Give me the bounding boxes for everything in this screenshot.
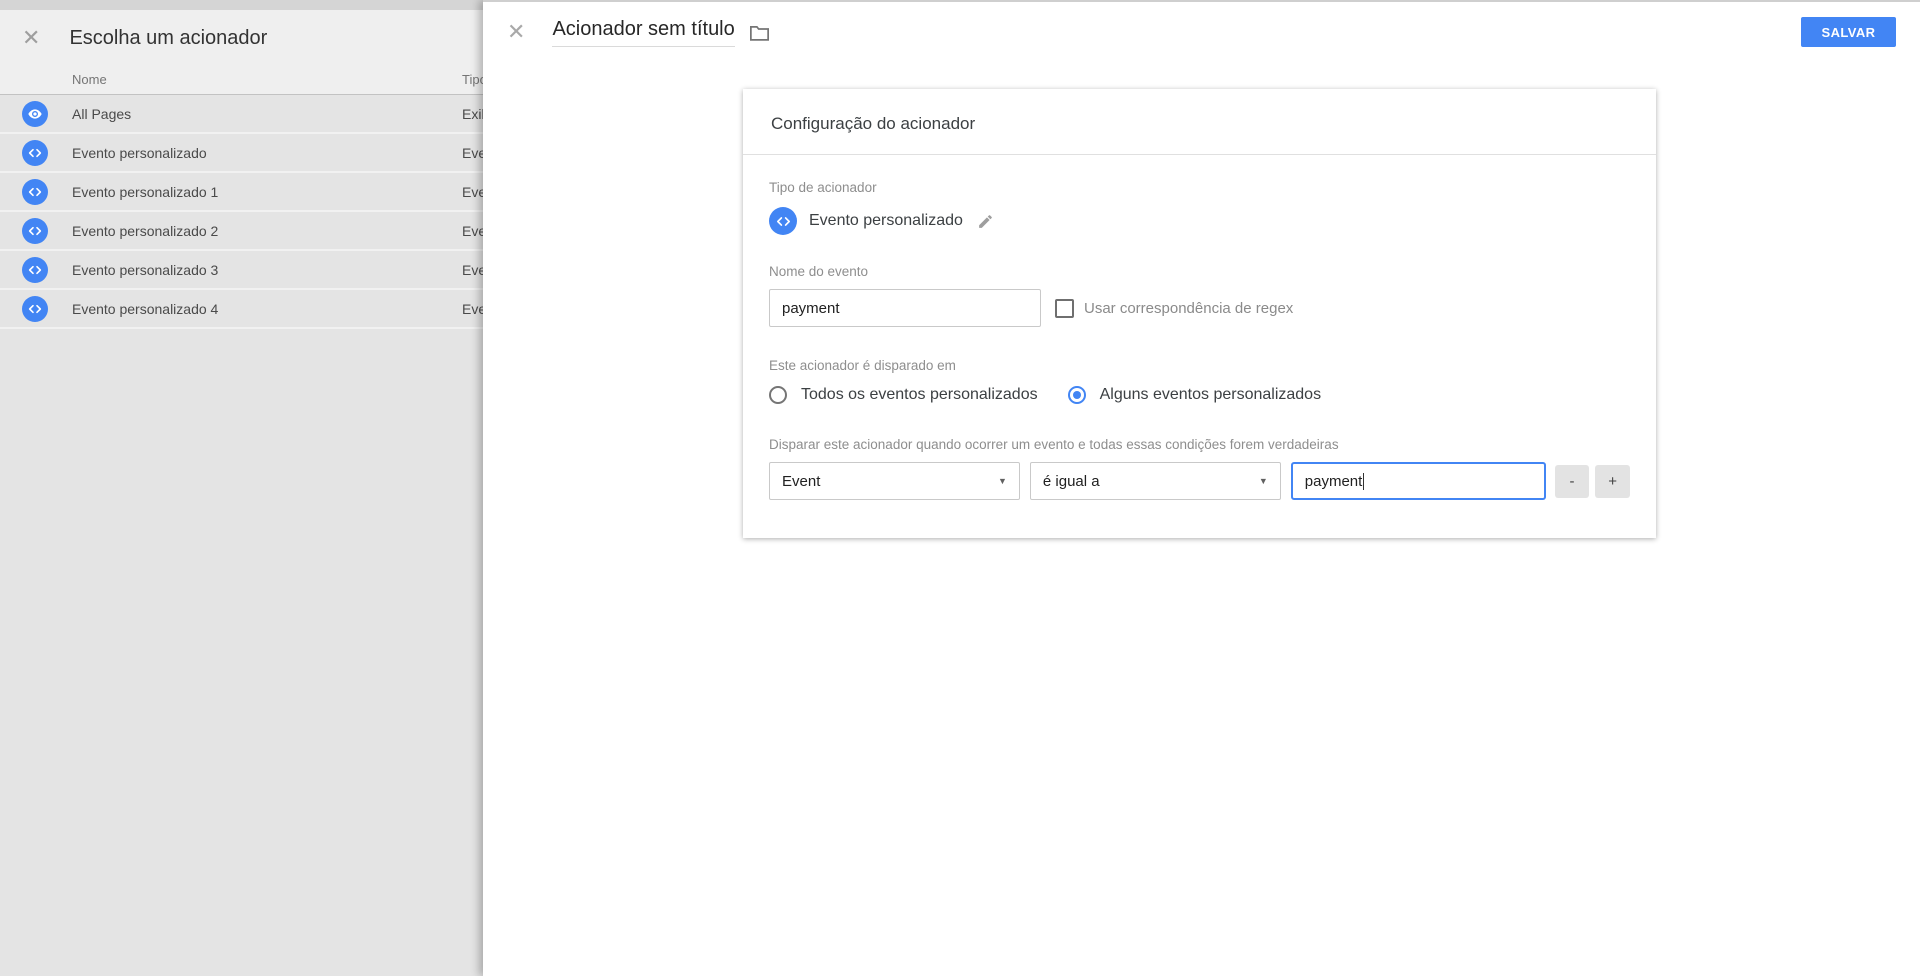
chevron-down-icon: ▼: [1259, 476, 1268, 486]
column-header-name: Nome: [72, 72, 107, 87]
event-name-input[interactable]: [769, 289, 1041, 327]
condition-variable-select[interactable]: Event ▼: [769, 462, 1020, 500]
trigger-editor-panel: ✕ Acionador sem título SALVAR Configuraç…: [483, 0, 1920, 976]
trigger-row-evento-personalizado[interactable]: Evento personalizado Evento personalizad…: [0, 134, 483, 173]
trigger-name: All Pages: [72, 106, 131, 122]
conditions-label: Disparar este acionador quando ocorrer u…: [769, 437, 1630, 452]
fires-on-label: Este acionador é disparado em: [769, 358, 1630, 373]
trigger-type: Exibição de página: [462, 106, 483, 122]
trigger-row-evento-personalizado-3[interactable]: Evento personalizado 3 Evento personaliz…: [0, 251, 483, 290]
close-icon[interactable]: ✕: [507, 21, 525, 43]
close-icon[interactable]: ✕: [22, 27, 40, 49]
radio-checked-icon: [1068, 386, 1086, 404]
radio-all-label: Todos os eventos personalizados: [801, 386, 1038, 404]
code-icon: [769, 207, 797, 235]
edit-pencil-icon[interactable]: [977, 213, 994, 230]
editor-header: ✕ Acionador sem título SALVAR: [483, 2, 1920, 62]
regex-checkbox[interactable]: [1055, 299, 1074, 318]
trigger-type-label: Tipo de acionador: [769, 180, 1630, 195]
trigger-type: Evento personalizado: [462, 223, 483, 239]
trigger-type: Evento personalizado: [462, 262, 483, 278]
condition-value-text: payment: [1305, 473, 1363, 490]
radio-unchecked-icon: [769, 386, 787, 404]
regex-checkbox-label: Usar correspondência de regex: [1084, 300, 1293, 317]
radio-all-custom-events[interactable]: Todos os eventos personalizados: [769, 386, 1038, 404]
remove-condition-button[interactable]: -: [1555, 465, 1590, 498]
radio-some-custom-events[interactable]: Alguns eventos personalizados: [1068, 386, 1321, 404]
trigger-list-column-headers: Nome Tipo: [0, 66, 483, 95]
code-icon: [22, 140, 48, 166]
choose-trigger-header: ✕ Escolha um acionador: [0, 10, 483, 66]
condition-variable-value: Event: [782, 473, 820, 490]
eye-icon: [22, 101, 48, 127]
trigger-title-field[interactable]: Acionador sem título: [552, 18, 734, 47]
folder-icon[interactable]: [749, 23, 770, 42]
add-condition-button[interactable]: +: [1595, 465, 1630, 498]
code-icon: [22, 179, 48, 205]
trigger-name: Evento personalizado: [72, 145, 207, 161]
trigger-type-value: Evento personalizado: [809, 212, 963, 230]
text-caret: [1363, 473, 1364, 490]
event-name-label: Nome do evento: [769, 264, 1630, 279]
dimmed-top-strip: [0, 0, 483, 10]
trigger-type: Evento personalizado: [462, 301, 483, 317]
condition-operator-select[interactable]: é igual a ▼: [1030, 462, 1281, 500]
save-button[interactable]: SALVAR: [1801, 17, 1896, 47]
condition-value-input[interactable]: payment: [1291, 462, 1546, 500]
condition-operator-value: é igual a: [1043, 473, 1100, 490]
choose-trigger-title: Escolha um acionador: [69, 27, 267, 50]
code-icon: [22, 257, 48, 283]
trigger-config-card: Configuração do acionador Tipo de aciona…: [743, 89, 1656, 538]
trigger-name: Evento personalizado 3: [72, 262, 218, 278]
trigger-row-evento-personalizado-1[interactable]: Evento personalizado 1 Evento personaliz…: [0, 173, 483, 212]
trigger-row-evento-personalizado-4[interactable]: Evento personalizado 4 Evento personaliz…: [0, 290, 483, 329]
chevron-down-icon: ▼: [998, 476, 1007, 486]
trigger-type: Evento personalizado: [462, 145, 483, 161]
trigger-row-evento-personalizado-2[interactable]: Evento personalizado 2 Evento personaliz…: [0, 212, 483, 251]
card-title: Configuração do acionador: [743, 89, 1656, 155]
trigger-type: Evento personalizado: [462, 184, 483, 200]
radio-some-label: Alguns eventos personalizados: [1100, 386, 1321, 404]
trigger-name: Evento personalizado 1: [72, 184, 218, 200]
code-icon: [22, 296, 48, 322]
trigger-name: Evento personalizado 2: [72, 223, 218, 239]
choose-trigger-panel: ✕ Escolha um acionador Nome Tipo All Pag…: [0, 0, 483, 976]
trigger-name: Evento personalizado 4: [72, 301, 218, 317]
code-icon: [22, 218, 48, 244]
trigger-row-all-pages[interactable]: All Pages Exibição de página: [0, 95, 483, 134]
